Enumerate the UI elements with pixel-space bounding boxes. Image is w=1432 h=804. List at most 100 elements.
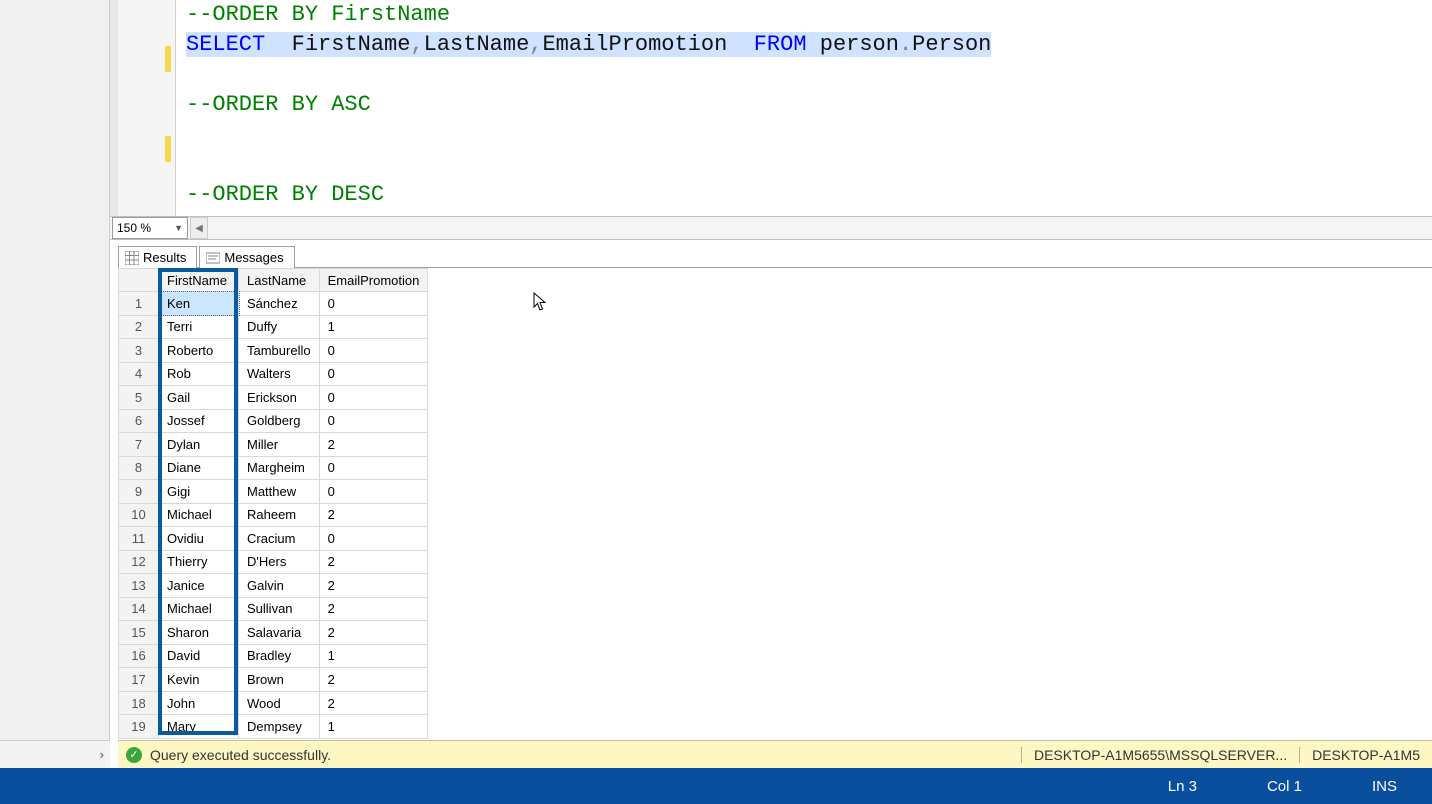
cell-emailpromotion[interactable]: 2 <box>319 691 428 715</box>
tab-results[interactable]: Results <box>118 246 197 268</box>
cell-emailpromotion[interactable]: 2 <box>319 503 428 527</box>
table-row[interactable]: 17KevinBrown2 <box>119 668 428 692</box>
cell-firstname[interactable]: Gail <box>159 386 239 410</box>
cell-lastname[interactable]: Dempsey <box>239 715 320 739</box>
row-number[interactable]: 14 <box>119 597 159 621</box>
cell-lastname[interactable]: Sullivan <box>239 597 320 621</box>
cell-firstname[interactable]: Ken <box>159 292 239 316</box>
editor-text[interactable]: --ORDER BY FirstName SELECT FirstName,La… <box>176 0 1432 216</box>
row-number[interactable]: 10 <box>119 503 159 527</box>
table-row[interactable]: 8DianeMargheim0 <box>119 456 428 480</box>
row-number[interactable]: 3 <box>119 339 159 363</box>
cell-lastname[interactable]: Miller <box>239 433 320 457</box>
row-number[interactable]: 1 <box>119 292 159 316</box>
table-row[interactable]: 13JaniceGalvin2 <box>119 574 428 598</box>
cell-lastname[interactable]: Sánchez <box>239 292 320 316</box>
row-number[interactable]: 17 <box>119 668 159 692</box>
cell-lastname[interactable]: Cracium <box>239 527 320 551</box>
cell-emailpromotion[interactable]: 0 <box>319 480 428 504</box>
table-row[interactable]: 15SharonSalavaria2 <box>119 621 428 645</box>
row-number[interactable]: 8 <box>119 456 159 480</box>
cell-emailpromotion[interactable]: 0 <box>319 527 428 551</box>
cell-emailpromotion[interactable]: 0 <box>319 292 428 316</box>
tab-messages[interactable]: Messages <box>199 246 294 268</box>
object-explorer-pane[interactable] <box>0 0 110 740</box>
cell-firstname[interactable]: Rob <box>159 362 239 386</box>
cell-emailpromotion[interactable]: 2 <box>319 574 428 598</box>
results-grid[interactable]: FirstName LastName EmailPromotion 1KenSá… <box>118 268 428 739</box>
cell-lastname[interactable]: Duffy <box>239 315 320 339</box>
table-row[interactable]: 3RobertoTamburello0 <box>119 339 428 363</box>
table-row[interactable]: 16DavidBradley1 <box>119 644 428 668</box>
row-number[interactable]: 15 <box>119 621 159 645</box>
cell-firstname[interactable]: Gigi <box>159 480 239 504</box>
row-number[interactable]: 5 <box>119 386 159 410</box>
table-row[interactable]: 4RobWalters0 <box>119 362 428 386</box>
table-row[interactable]: 5GailErickson0 <box>119 386 428 410</box>
table-row[interactable]: 9GigiMatthew0 <box>119 480 428 504</box>
table-row[interactable]: 6JossefGoldberg0 <box>119 409 428 433</box>
cell-firstname[interactable]: David <box>159 644 239 668</box>
header-firstname[interactable]: FirstName <box>159 269 239 292</box>
cell-lastname[interactable]: Wood <box>239 691 320 715</box>
zoom-select[interactable]: 150 % ▼ <box>112 217 188 239</box>
cell-firstname[interactable]: Kevin <box>159 668 239 692</box>
cell-firstname[interactable]: Jossef <box>159 409 239 433</box>
cell-firstname[interactable]: Sharon <box>159 621 239 645</box>
cell-firstname[interactable]: Terri <box>159 315 239 339</box>
cell-firstname[interactable]: Mary <box>159 715 239 739</box>
cell-lastname[interactable]: Matthew <box>239 480 320 504</box>
cell-lastname[interactable]: Raheem <box>239 503 320 527</box>
cell-lastname[interactable]: Erickson <box>239 386 320 410</box>
cell-emailpromotion[interactable]: 2 <box>319 621 428 645</box>
cell-firstname[interactable]: Diane <box>159 456 239 480</box>
table-row[interactable]: 7DylanMiller2 <box>119 433 428 457</box>
cell-lastname[interactable]: Margheim <box>239 456 320 480</box>
cell-lastname[interactable]: D'Hers <box>239 550 320 574</box>
table-row[interactable]: 1KenSánchez0 <box>119 292 428 316</box>
header-lastname[interactable]: LastName <box>239 269 320 292</box>
row-number[interactable]: 11 <box>119 527 159 551</box>
cell-firstname[interactable]: Michael <box>159 503 239 527</box>
cell-firstname[interactable]: Michael <box>159 597 239 621</box>
table-row[interactable]: 14MichaelSullivan2 <box>119 597 428 621</box>
row-number[interactable]: 13 <box>119 574 159 598</box>
cell-emailpromotion[interactable]: 0 <box>319 386 428 410</box>
cell-lastname[interactable]: Walters <box>239 362 320 386</box>
cell-firstname[interactable]: Janice <box>159 574 239 598</box>
header-rownum[interactable] <box>119 269 159 292</box>
row-number[interactable]: 2 <box>119 315 159 339</box>
cell-lastname[interactable]: Tamburello <box>239 339 320 363</box>
cell-emailpromotion[interactable]: 2 <box>319 433 428 457</box>
table-row[interactable]: 18JohnWood2 <box>119 691 428 715</box>
table-row[interactable]: 11OvidiuCracium0 <box>119 527 428 551</box>
cell-firstname[interactable]: Roberto <box>159 339 239 363</box>
panel-collapse-button[interactable]: › <box>0 740 110 768</box>
row-number[interactable]: 16 <box>119 644 159 668</box>
cell-firstname[interactable]: Ovidiu <box>159 527 239 551</box>
row-number[interactable]: 6 <box>119 409 159 433</box>
cell-lastname[interactable]: Goldberg <box>239 409 320 433</box>
cell-firstname[interactable]: Dylan <box>159 433 239 457</box>
row-number[interactable]: 9 <box>119 480 159 504</box>
row-number[interactable]: 12 <box>119 550 159 574</box>
row-number[interactable]: 4 <box>119 362 159 386</box>
row-number[interactable]: 18 <box>119 691 159 715</box>
header-emailpromotion[interactable]: EmailPromotion <box>319 269 428 292</box>
cell-firstname[interactable]: Thierry <box>159 550 239 574</box>
sql-editor[interactable]: --ORDER BY FirstName SELECT FirstName,La… <box>110 0 1432 216</box>
cell-emailpromotion[interactable]: 2 <box>319 668 428 692</box>
table-row[interactable]: 19MaryDempsey1 <box>119 715 428 739</box>
cell-lastname[interactable]: Brown <box>239 668 320 692</box>
cell-emailpromotion[interactable]: 1 <box>319 644 428 668</box>
cell-emailpromotion[interactable]: 0 <box>319 409 428 433</box>
cell-emailpromotion[interactable]: 0 <box>319 339 428 363</box>
cell-lastname[interactable]: Bradley <box>239 644 320 668</box>
cell-emailpromotion[interactable]: 2 <box>319 597 428 621</box>
cell-emailpromotion[interactable]: 2 <box>319 550 428 574</box>
cell-lastname[interactable]: Galvin <box>239 574 320 598</box>
cell-lastname[interactable]: Salavaria <box>239 621 320 645</box>
row-number[interactable]: 19 <box>119 715 159 739</box>
scroll-left-button[interactable]: ◀ <box>190 217 208 239</box>
cell-emailpromotion[interactable]: 0 <box>319 456 428 480</box>
